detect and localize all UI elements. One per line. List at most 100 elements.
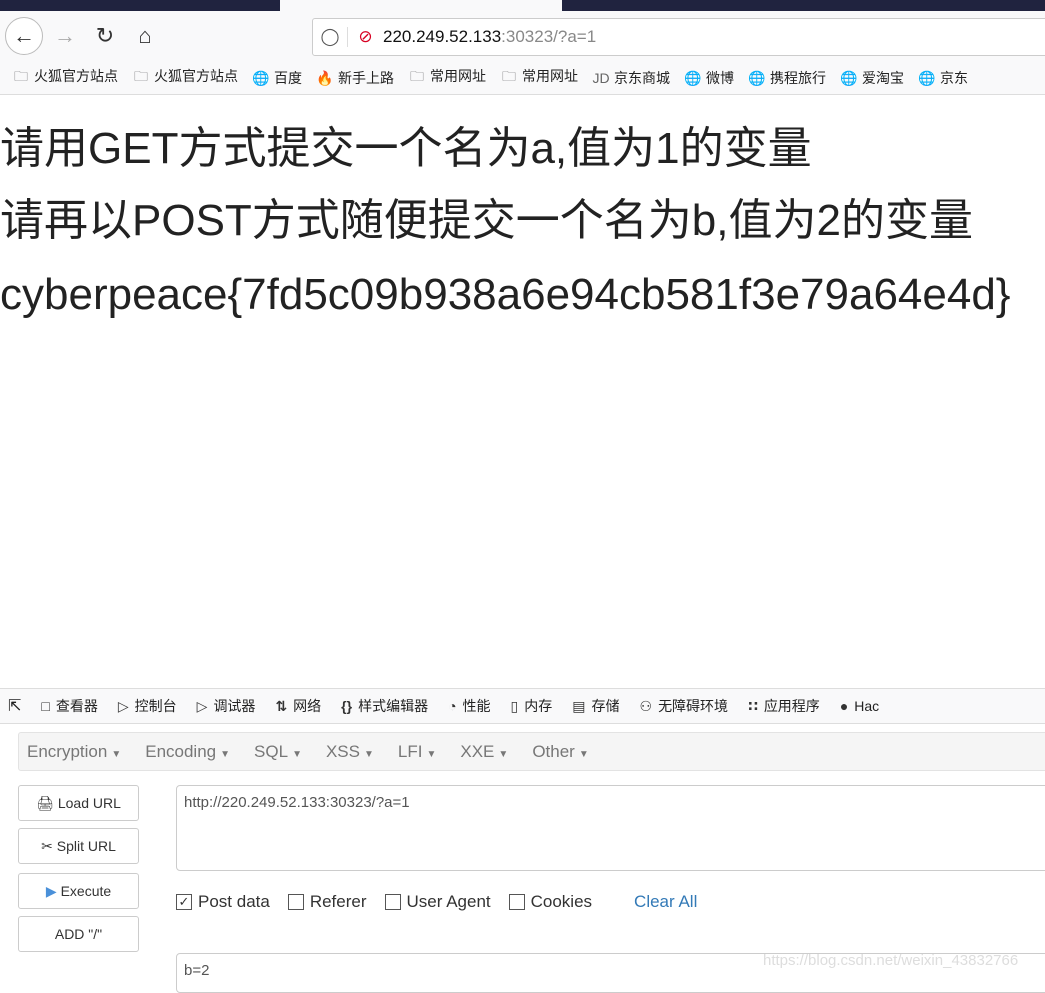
caret-down-icon: ▼ [426,748,437,760]
execute-button[interactable]: ▶ Execute [18,873,139,909]
hackbar-menu-item[interactable]: Encryption ▼ [27,742,121,762]
bookmark-item[interactable]: 🌐 微博 [684,68,734,88]
menu-label: Encoding [145,741,217,761]
hackbar-menu-item[interactable]: LFI ▼ [398,742,436,762]
bookmark-label: 火狐官方站点 [154,67,238,84]
bookmark-label: 携程旅行 [770,69,826,86]
devtools-toolbar: ⇱ □ 查看器 ▷ 控制台 ▷ 调试器 ⇅ 网络 {} 样式编辑器 ◔ 性能 ▯ 内存 ▤ 存储 ⚇ 无障碍环境 ∷… [0,688,1045,724]
checkbox[interactable] [287,894,304,910]
back-button[interactable]: ← [5,17,43,55]
add-slash-button[interactable]: ADD "/" [18,916,139,952]
bookmark-label: 常用网址 [522,67,578,84]
tab-strip [0,0,1045,11]
caret-down-icon: ▼ [220,748,231,760]
load-url-label: Load URL [57,795,121,811]
devtools-tab-label: 查看器 [55,698,98,714]
devtools-tab[interactable]: ∷ 应用程序 [748,696,820,716]
caret-down-icon: ▼ [498,748,509,760]
split-url-button[interactable]: ✂ Split URL [18,828,139,864]
checkbox-label: Referer [309,892,367,911]
bookmark-label: 新手上路 [338,69,394,86]
home-button[interactable]: ⌂ [126,17,164,55]
menu-label: XXE [460,741,495,761]
checkbox[interactable]: ✓ [176,894,192,910]
hackbar-menu-item[interactable]: Other ▼ [532,742,588,762]
bookmark-item[interactable]: JD 京东商城 [592,68,670,88]
menu-label: Encryption [27,741,108,761]
checkbox[interactable] [384,894,401,910]
bookmark-label: 微博 [706,69,734,86]
bookmark-icon: JD [592,69,610,86]
devtools-tab[interactable]: {} 样式编辑器 [341,696,428,716]
bookmark-item[interactable]: 🗀 常用网址 [408,66,486,90]
devtools-tab-icon: ● [839,698,849,714]
checkbox-label: Cookies [530,892,593,911]
reload-button[interactable]: ↻ [86,17,124,55]
devtools-tab-label: 样式编辑器 [358,698,429,714]
devtools-tab-label: 内存 [524,698,553,714]
menu-label: Other [532,741,575,761]
flag-text: cyberpeace{7fd5c09b938a6e94cb581f3e79a64… [0,270,1011,319]
devtools-tab[interactable]: ◔ 性能 [448,696,490,716]
bookmark-label: 爱淘宝 [862,69,904,86]
bookmark-label: 京东商城 [614,69,670,86]
devtools-tab[interactable]: □ 查看器 [41,696,97,716]
shield-icon: ◯ [320,27,340,46]
caret-down-icon: ▼ [292,748,302,760]
menu-label: SQL [254,741,289,761]
bookmark-item[interactable]: 🌐 京东 [918,68,968,88]
bookmark-icon: 🗀 [502,67,516,84]
bookmark-icon: 🗀 [410,67,424,84]
bookmark-item[interactable]: 🌐 爱淘宝 [840,68,904,88]
devtools-tab-icon: ▤ [572,698,586,714]
bookmark-item[interactable]: 🗀 火狐官方站点 [12,66,118,90]
devtools-tab-icon: ⇅ [275,698,288,714]
devtools-tab[interactable]: ▷ 控制台 [118,696,177,716]
devtools-tab-icon: ▷ [117,698,129,714]
hackbar-menu-item[interactable]: SQL ▼ [254,742,302,762]
forward-button[interactable]: → [46,17,84,55]
devtools-tab[interactable]: ▷ 调试器 [197,696,256,716]
bookmark-label: 京东 [940,69,968,86]
execute-label: Execute [60,883,112,899]
watermark: https://blog.csdn.net/weixin_43832766 [763,952,1019,969]
bookmark-label: 火狐官方站点 [34,67,118,84]
load-url-button[interactable]: 🖨 Load URL [18,785,139,821]
active-tab[interactable] [280,0,562,11]
devtools-tab-icon: ▯ [510,698,519,714]
bookmark-icon: 🌐 [252,69,270,86]
bookmark-label: 常用网址 [430,67,486,84]
devtools-tab-icon: ∷ [748,698,758,714]
devtools-tab-label: 控制台 [134,698,177,714]
devtools-tab[interactable]: ▯ 内存 [511,696,553,716]
bookmark-item[interactable]: 🗀 常用网址 [500,66,578,90]
split-url-label: Split URL [56,838,116,854]
devtools-tab[interactable]: ⚇ 无障碍环境 [640,696,729,716]
address-bar[interactable]: ◯ ⊘ 220.249.52.133:30323/?a=1 [312,18,1045,56]
bookmark-item[interactable]: 🗀 火狐官方站点 [132,66,238,90]
bookmark-icon: 🗀 [134,67,148,84]
devtools-tab[interactable]: ⇅ 网络 [275,696,321,716]
bookmark-item[interactable]: 🌐 携程旅行 [748,68,826,88]
caret-down-icon: ▼ [364,748,374,760]
url-textarea[interactable]: http://220.249.52.133:30323/?a=1 [176,785,1045,871]
bookmark-item[interactable]: 🌐 百度 [252,68,302,88]
hackbar-menu-item[interactable]: XXE ▼ [460,742,508,762]
load-icon: 🖨 [36,794,54,811]
url-rest: :30323/?a=1 [501,27,597,46]
devtools-tab[interactable]: ● Hac [840,698,879,714]
bookmark-icon: 🔥 [316,69,334,86]
hackbar-menu-item[interactable]: Encoding ▼ [145,742,230,762]
page-content: 请用GET方式提交一个名为a,值为1的变量 请再以POST方式随便提交一个名为b… [0,97,1011,319]
devtools-tab[interactable]: ▤ 存储 [572,696,619,716]
bookmark-item[interactable]: 🔥 新手上路 [316,68,394,88]
bookmark-icon: 🌐 [748,69,766,86]
checkbox[interactable] [508,894,525,910]
hackbar-menu-item[interactable]: XSS ▼ [326,742,374,762]
bookmark-icon: 🌐 [684,69,702,86]
devtools-tab-label: 应用程序 [763,698,820,714]
devtools-tab-icon: {} [341,698,353,714]
element-picker-icon[interactable]: ⇱ [8,696,21,716]
devtools-tab-label: 网络 [293,698,322,714]
clear-all-link[interactable]: Clear All [634,892,697,912]
